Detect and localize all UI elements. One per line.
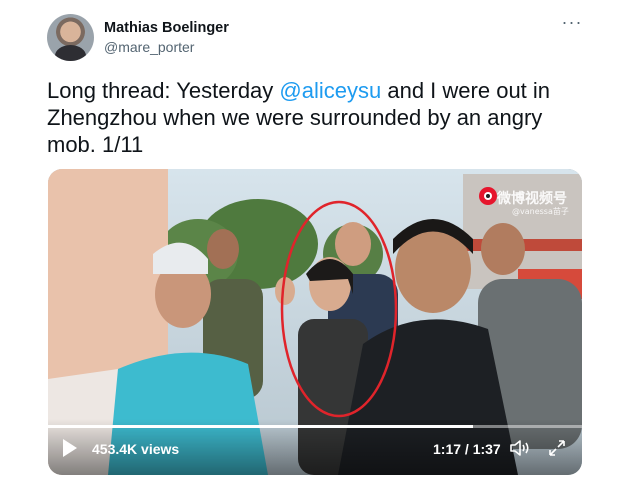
playback-time: 1:17 / 1:37 xyxy=(433,441,501,457)
avatar[interactable] xyxy=(47,14,94,61)
watermark-subtext: @vanessa苗子 xyxy=(512,207,569,216)
author-handle[interactable]: @mare_porter xyxy=(104,39,194,55)
more-options-icon[interactable]: ··· xyxy=(561,13,583,31)
progress-bar[interactable] xyxy=(48,425,582,428)
tweet-text: Long thread: Yesterday @aliceysu and I w… xyxy=(47,77,587,158)
author-display-name[interactable]: Mathias Boelinger xyxy=(104,20,229,36)
video-controls: 453.4K views 1:17 / 1:37 xyxy=(48,419,582,475)
tweet-text-part: Long thread: Yesterday xyxy=(47,78,280,103)
watermark-text: 微博视频号 xyxy=(497,191,567,207)
progress-fill xyxy=(48,425,473,428)
volume-icon[interactable] xyxy=(509,438,531,458)
mention-link[interactable]: @aliceysu xyxy=(279,78,381,103)
video-player[interactable]: 微博视频号 @vanessa苗子 453.4K views 1:17 / 1:3… xyxy=(48,169,582,475)
tweet-card[interactable]: Mathias Boelinger @mare_porter ··· Long … xyxy=(0,0,620,493)
weibo-logo-icon xyxy=(479,187,497,205)
fullscreen-icon[interactable] xyxy=(547,438,567,458)
view-count: 453.4K views xyxy=(92,441,180,457)
play-icon[interactable] xyxy=(63,439,77,457)
